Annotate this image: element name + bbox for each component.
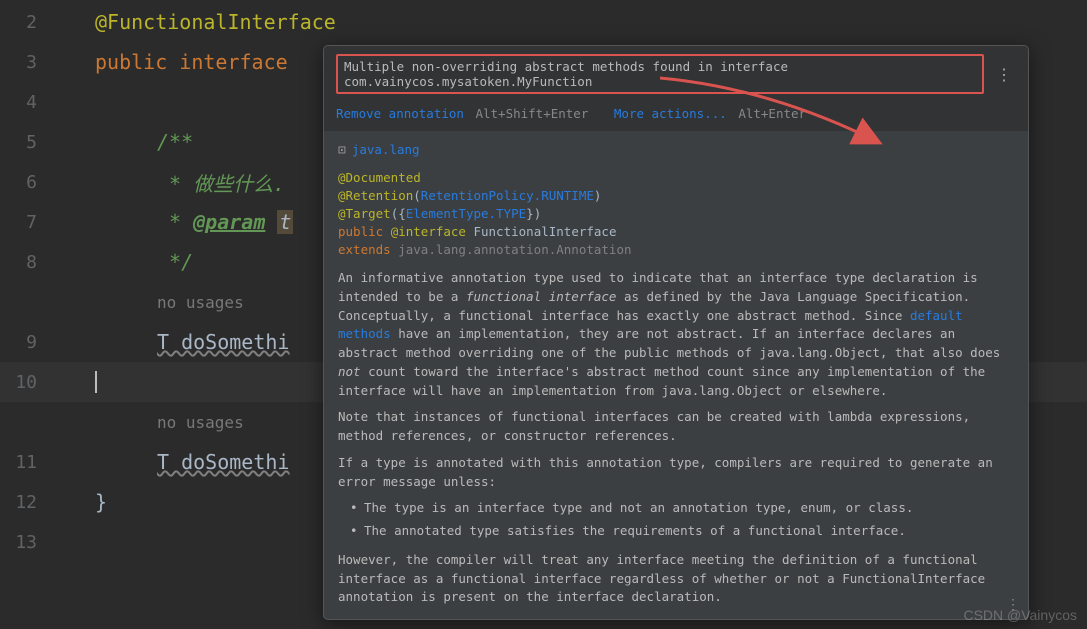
line-number	[0, 402, 55, 442]
line-number: 12	[0, 482, 55, 522]
documentation-popup: Multiple non-overriding abstract methods…	[323, 45, 1029, 620]
bullet-item: The type is an interface type and not an…	[350, 499, 1014, 518]
popup-body[interactable]: ⊡ java.lang @Documented @Retention(Reten…	[324, 131, 1028, 619]
warning-message: Multiple non-overriding abstract methods…	[336, 54, 984, 94]
code-line: @FunctionalInterface	[95, 2, 1087, 42]
line-number: 9	[0, 322, 55, 362]
watermark: CSDN @Vainycos	[963, 607, 1077, 623]
since-row: Since: 1.8	[338, 615, 1014, 619]
doc-text: An informative annotation type used to i…	[338, 269, 1014, 619]
line-number: 5	[0, 122, 55, 162]
line-number: 4	[0, 82, 55, 122]
quick-fixes-row: Remove annotation Alt+Shift+Enter More a…	[324, 102, 1028, 131]
line-number: 8	[0, 242, 55, 282]
line-number	[0, 282, 55, 322]
remove-annotation-link[interactable]: Remove annotation	[336, 106, 464, 121]
caret	[95, 371, 97, 393]
shortcut-label: Alt+Shift+Enter	[475, 106, 588, 121]
line-number: 13	[0, 522, 55, 562]
more-actions-link[interactable]: More actions...	[614, 106, 727, 121]
gutter: 2 3 4 5 6 7 8 9 10 11 12 13	[0, 0, 55, 629]
package-row[interactable]: ⊡ java.lang	[338, 141, 1014, 161]
line-number: 10	[0, 362, 55, 402]
bullet-item: The annotated type satisfies the require…	[350, 522, 1014, 541]
declaration: @Documented @Retention(RetentionPolicy.R…	[338, 169, 1014, 260]
line-number: 2	[0, 2, 55, 42]
more-icon[interactable]: ⋮	[992, 65, 1016, 84]
package-icon: ⊡	[338, 141, 346, 161]
line-number: 6	[0, 162, 55, 202]
line-number: 3	[0, 42, 55, 82]
popup-header: Multiple non-overriding abstract methods…	[324, 46, 1028, 102]
line-number: 7	[0, 202, 55, 242]
line-number: 11	[0, 442, 55, 482]
bullet-list: The type is an interface type and not an…	[350, 499, 1014, 541]
shortcut-label: Alt+Enter	[738, 106, 806, 121]
